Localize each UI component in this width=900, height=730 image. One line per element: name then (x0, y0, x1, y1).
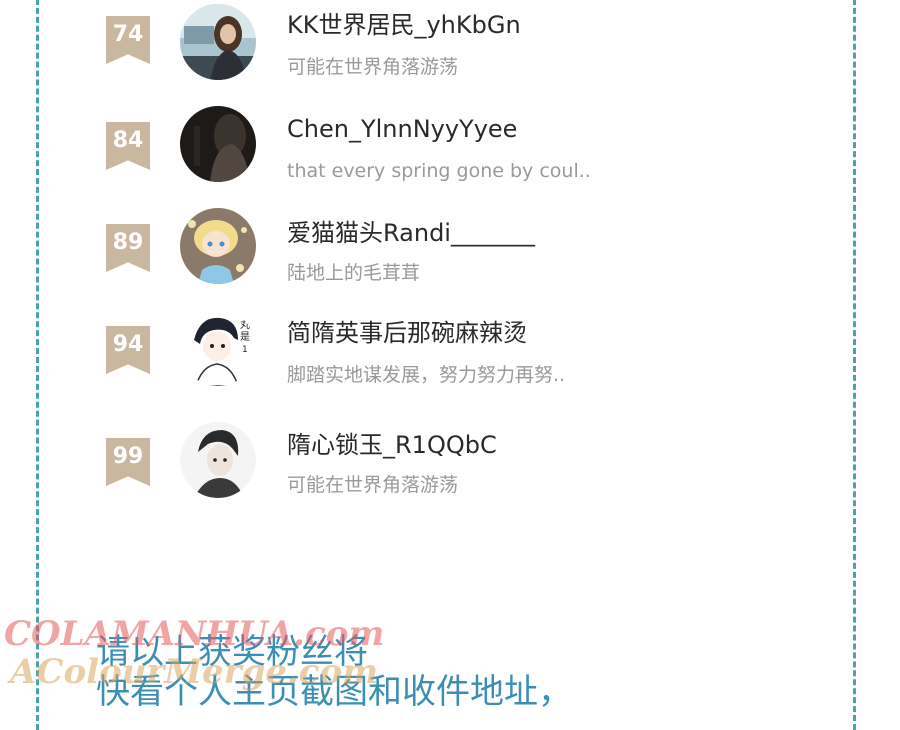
fan-row[interactable]: 84 Chen_YlnnNyyYyee that every spring go… (0, 104, 900, 204)
rank-badge: 94 (106, 326, 150, 374)
rank-badge: 99 (106, 438, 150, 486)
watermark-line-2: AColourMerge.com (10, 652, 379, 692)
svg-text:是: 是 (240, 331, 250, 343)
fan-bio: that every spring gone by coul.. (287, 160, 591, 182)
fan-bio: 陆地上的毛茸茸 (287, 262, 421, 284)
fan-row[interactable]: 99 隋心锁玉_R1QQbC 可能在世界角落游荡 (0, 420, 900, 520)
fan-row[interactable]: 89 爱猫猫头Randi_______ 陆地上的毛茸茸 (0, 206, 900, 306)
fan-name[interactable]: 隋心锁玉_R1QQbC (287, 430, 497, 460)
fan-bio: 脚踏实地谋发展，努力努力再努.. (287, 364, 566, 386)
watermark-line-1: COLAMANHUA.com (4, 614, 385, 654)
dark-photo-avatar[interactable] (180, 106, 256, 182)
fan-name[interactable]: 简隋英事后那碗麻辣烫 (287, 318, 527, 348)
fan-name[interactable]: KK世界居民_yhKbGn (287, 10, 521, 40)
girl-in-window-avatar[interactable] (180, 4, 256, 80)
svg-text:1: 1 (242, 345, 248, 355)
rank-badge: 74 (106, 16, 150, 64)
fan-bio: 可能在世界角落游荡 (287, 474, 459, 496)
manga-man-avatar[interactable] (180, 422, 256, 498)
rank-badge: 89 (106, 224, 150, 272)
manga-boy-avatar[interactable]: 丸 是 1 (180, 310, 256, 386)
rank-badge: 84 (106, 122, 150, 170)
fan-row[interactable]: 74 KK世界居民_yhKbGn 可能在世界角落游荡 (0, 0, 900, 100)
fan-bio: 可能在世界角落游荡 (287, 56, 459, 78)
svg-text:丸: 丸 (240, 318, 250, 331)
fan-name[interactable]: 爱猫猫头Randi_______ (287, 218, 535, 248)
anime-blonde-avatar[interactable] (180, 208, 256, 284)
fan-row[interactable]: 94 丸 是 1 简隋英事后那碗麻辣烫 脚踏实地谋发展，努力努力再努.. (0, 308, 900, 408)
fan-name[interactable]: Chen_YlnnNyyYyee (287, 114, 517, 144)
